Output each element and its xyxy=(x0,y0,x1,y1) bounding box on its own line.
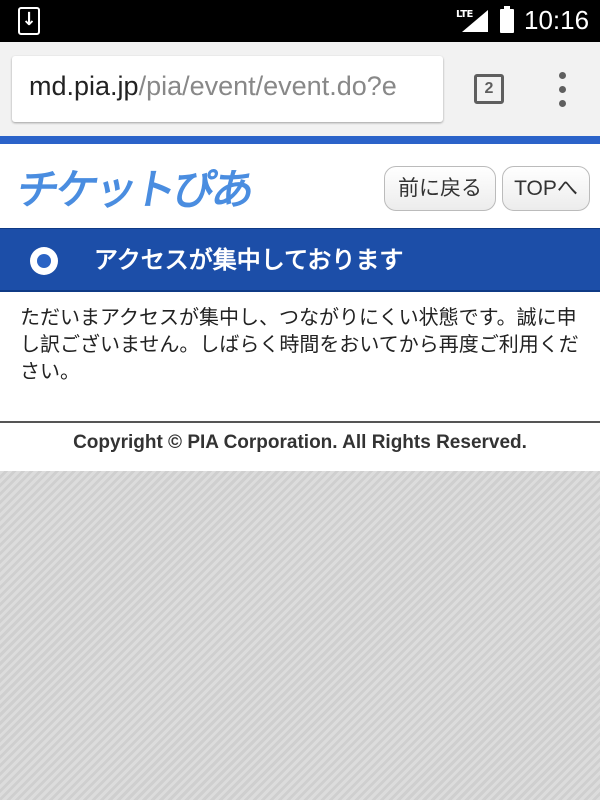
divider xyxy=(0,421,600,423)
notice-title: アクセスが集中しております xyxy=(94,246,404,274)
browser-toolbar: md.pia.jp/pia/event/event.do?e 2 xyxy=(0,42,600,136)
page-top-accent xyxy=(0,136,600,144)
battery-icon xyxy=(500,6,514,33)
address-bar[interactable]: md.pia.jp/pia/event/event.do?e xyxy=(12,56,443,122)
top-button[interactable]: TOPへ xyxy=(502,166,590,211)
notice-message: ただいまアクセスが集中し、つながりにくい状態です。誠に申し訳ございません。しばら… xyxy=(20,305,579,383)
copyright-text: Copyright © PIA Corporation. All Rights … xyxy=(73,432,527,453)
bullet-icon xyxy=(30,247,58,275)
download-notification-icon: ↓ xyxy=(18,7,40,35)
signal-icon xyxy=(462,10,488,32)
striped-background xyxy=(0,471,600,800)
status-bar: ↓ LTE 10:16 xyxy=(0,0,600,42)
site-header: チケットぴあ 前に戻る TOPへ xyxy=(0,144,600,228)
url-path: /pia/event/event.do?e xyxy=(138,71,397,101)
overflow-menu-icon[interactable] xyxy=(548,70,576,110)
site-logo[interactable]: チケットぴあ xyxy=(13,156,258,217)
clock: 10:16 xyxy=(524,5,590,35)
notice-heading-bar: アクセスが集中しております xyxy=(0,228,600,292)
url-text[interactable]: md.pia.jp/pia/event/event.do?e xyxy=(29,71,397,102)
url-host: md.pia.jp xyxy=(29,71,139,101)
back-button[interactable]: 前に戻る xyxy=(384,166,496,211)
tab-switcher-button[interactable]: 2 xyxy=(474,74,504,104)
